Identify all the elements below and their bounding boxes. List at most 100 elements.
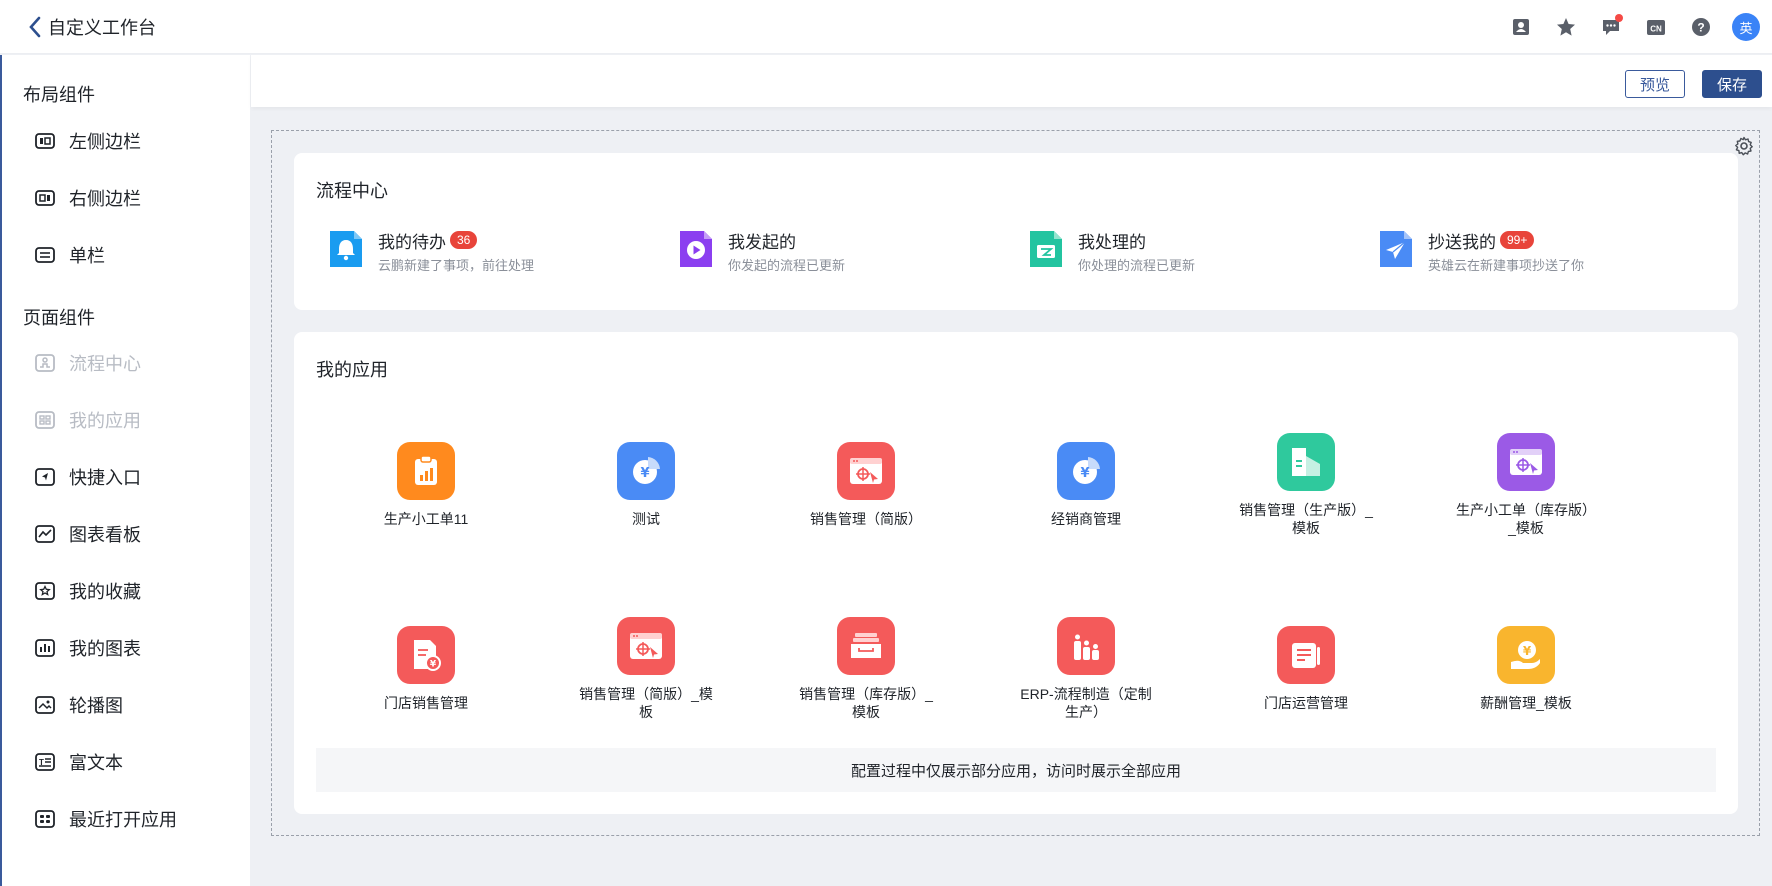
inbox-tray-icon — [837, 617, 895, 675]
svg-text:?: ? — [1697, 21, 1704, 35]
app-name: 经销商管理 — [1051, 511, 1121, 527]
flow-item-name: 抄送我的 — [1428, 232, 1496, 252]
sidebar-item-rich-text[interactable]: T 富文本 — [34, 746, 123, 778]
preview-button[interactable]: 预览 — [1625, 70, 1686, 98]
gear-icon[interactable] — [1734, 136, 1754, 156]
app-name: 测试 — [632, 511, 660, 527]
right-sidebar-icon — [34, 187, 56, 209]
app-tile[interactable]: 生产小工单（库存版）_模板 — [1446, 433, 1606, 537]
sidebar-item-label: 最近打开应用 — [69, 810, 177, 830]
app-tile[interactable]: ¥ 门店销售管理 — [346, 626, 506, 712]
sidebar-item-label: 轮播图 — [69, 696, 123, 716]
sidebar-item-label: 流程中心 — [69, 354, 141, 374]
sidebar-item-label: 图表看板 — [69, 525, 141, 545]
app-tile[interactable]: ¥ 经销商管理 — [1006, 442, 1166, 528]
sidebar-item-carousel[interactable]: 轮播图 — [34, 689, 123, 721]
svg-text:¥: ¥ — [430, 660, 437, 670]
hand-coin-icon: ¥ — [1497, 626, 1555, 684]
top-header: 自定义工作台 CN ? 英 — [0, 0, 1772, 54]
sidebar-item-flow-center: 流程中心 — [34, 347, 141, 379]
apps-config-note: 配置过程中仅展示部分应用，访问时展示全部应用 — [316, 748, 1716, 792]
sidebar-item-my-apps: 我的应用 — [34, 404, 141, 436]
sidebar-item-label: 左侧边栏 — [69, 132, 141, 152]
chevron-left-icon — [29, 16, 41, 38]
sidebar-item-shortcut[interactable]: 快捷入口 — [34, 461, 141, 493]
yuan-pie-icon: ¥ — [1057, 442, 1115, 500]
browser-target-icon — [837, 442, 895, 500]
my-apps-card: 我的应用 生产小工单11 ¥ 测试 销售管理（简版） ¥ 经销商管理 销售管理（… — [294, 332, 1738, 814]
play-doc-icon — [680, 231, 712, 267]
app-name: 生产小工单11 — [383, 511, 469, 527]
app-tile[interactable]: 生产小工单11 — [346, 442, 506, 528]
back-button[interactable]: 自定义工作台 — [26, 14, 156, 40]
app-tile[interactable]: ERP-流程制造（定制生产） — [1006, 617, 1166, 721]
component-sidebar: 布局组件 左侧边栏 右侧边栏 单栏 页面组件 流程中心 我的应用 快捷入口 图表… — [0, 55, 250, 886]
sidebar-item-favorites[interactable]: 我的收藏 — [34, 575, 141, 607]
page-components-title: 页面组件 — [23, 308, 95, 328]
app-name: 生产小工单（库存版）_模板 — [1456, 502, 1596, 536]
my-charts-icon — [34, 637, 56, 659]
flow-item-name: 我的待办 — [378, 232, 446, 252]
help-icon[interactable]: ? — [1687, 13, 1715, 41]
bell-doc-icon — [330, 231, 362, 267]
recent-apps-icon — [34, 808, 56, 830]
sidebar-item-single-column[interactable]: 单栏 — [34, 239, 105, 271]
svg-text:¥: ¥ — [1080, 466, 1089, 481]
left-sidebar-icon — [34, 130, 56, 152]
contacts-icon[interactable] — [1507, 13, 1535, 41]
app-tile[interactable]: 销售管理（生产版）_模板 — [1226, 433, 1386, 537]
message-icon[interactable] — [1597, 13, 1625, 41]
carousel-icon — [34, 694, 56, 716]
app-tile[interactable]: 销售管理（简版） — [786, 442, 946, 528]
app-tile[interactable]: ¥ 测试 — [566, 442, 726, 528]
sidebar-item-label: 单栏 — [69, 246, 105, 266]
svg-text:¥: ¥ — [1523, 644, 1532, 658]
sidebar-item-recent-apps[interactable]: 最近打开应用 — [34, 803, 177, 835]
app-name: 销售管理（简版）_模板 — [579, 686, 713, 720]
todo-count-badge: 36 — [450, 231, 478, 249]
inbox-doc-icon — [1030, 231, 1062, 267]
document-list-icon — [1277, 626, 1335, 684]
chart-board-icon — [34, 523, 56, 545]
flow-item-cc-me[interactable]: 抄送我的 99+ 英雄云在新建事项抄送了你 — [1378, 229, 1584, 273]
sidebar-item-label: 右侧边栏 — [69, 189, 141, 209]
language-cn-icon[interactable]: CN — [1642, 13, 1670, 41]
browser-target-icon — [1497, 433, 1555, 491]
save-button[interactable]: 保存 — [1702, 70, 1763, 98]
sidebar-item-chart-board[interactable]: 图表看板 — [34, 518, 141, 550]
my-apps-title: 我的应用 — [316, 360, 388, 380]
sidebar-item-label: 我的图表 — [69, 639, 141, 659]
app-name: 销售管理（生产版）_模板 — [1239, 502, 1373, 536]
send-doc-icon — [1380, 231, 1412, 267]
app-tile[interactable]: ¥ 薪酬管理_模板 — [1446, 626, 1606, 712]
flow-item-initiated[interactable]: 我发起的 你发起的流程已更新 — [678, 229, 845, 273]
sidebar-item-label: 快捷入口 — [69, 468, 141, 488]
sidebar-item-my-charts[interactable]: 我的图表 — [34, 632, 141, 664]
flow-center-icon — [34, 352, 56, 374]
single-column-icon — [34, 244, 56, 266]
app-name: 薪酬管理_模板 — [1480, 695, 1572, 711]
flow-item-desc: 你发起的流程已更新 — [728, 258, 846, 273]
language-label: CN — [1650, 25, 1662, 34]
my-apps-icon — [34, 409, 56, 431]
app-tile[interactable]: 门店运营管理 — [1226, 626, 1386, 712]
cc-count-badge: 99+ — [1500, 231, 1535, 249]
app-tile[interactable]: 销售管理（库存版）_模板 — [786, 617, 946, 721]
bottles-icon — [1057, 617, 1115, 675]
flow-item-handled[interactable]: 我处理的 你处理的流程已更新 — [1028, 229, 1195, 273]
app-name: 销售管理（库存版）_模板 — [799, 686, 933, 720]
flow-center-title: 流程中心 — [316, 181, 388, 201]
star-icon[interactable] — [1552, 13, 1580, 41]
flow-item-desc: 英雄云在新建事项抄送了你 — [1428, 258, 1585, 273]
building-icon — [1277, 433, 1335, 491]
flow-item-name: 我发起的 — [728, 232, 796, 252]
flow-item-my-todo[interactable]: 我的待办 36 云鹏新建了事项，前往处理 — [328, 229, 534, 273]
app-tile[interactable]: 销售管理（简版）_模板 — [566, 617, 726, 721]
sidebar-item-left-sidebar[interactable]: 左侧边栏 — [34, 125, 141, 157]
app-name: 销售管理（简版） — [810, 511, 922, 527]
sidebar-item-right-sidebar[interactable]: 右侧边栏 — [34, 182, 141, 214]
app-name: 门店销售管理 — [384, 695, 468, 711]
avatar[interactable]: 英 — [1732, 13, 1760, 41]
flow-center-card: 流程中心 我的待办 36 云鹏新建了事项，前往处理 我发起的 你发起的流程已更新 … — [294, 153, 1738, 310]
notification-dot — [1615, 14, 1623, 22]
